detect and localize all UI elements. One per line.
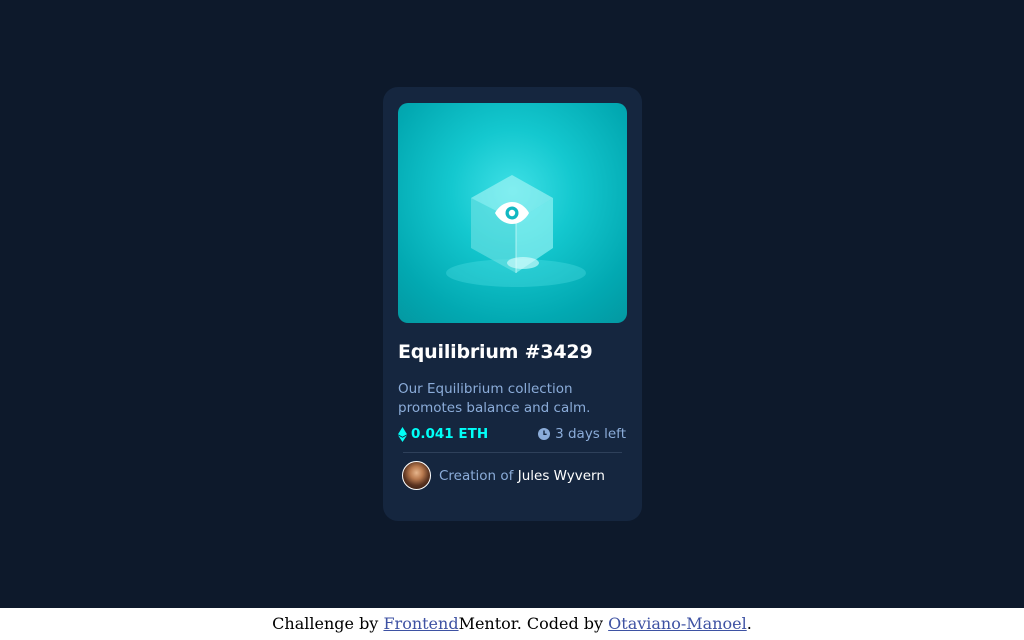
time-left: 3 days left	[538, 426, 626, 442]
price-value: 0.041 ETH	[411, 426, 489, 442]
nft-image[interactable]	[398, 103, 627, 323]
creator-row: Creation of Jules Wyvern	[402, 461, 605, 490]
clock-icon	[538, 428, 551, 440]
divider	[403, 452, 622, 453]
footer-suffix: .	[746, 614, 752, 633]
price: 0.041 ETH	[398, 426, 488, 442]
nft-description: Our Equilibrium collection promotes bala…	[398, 381, 591, 416]
footer-middle: Mentor. Coded by	[458, 614, 609, 633]
creator-prefix: Creation of	[439, 467, 514, 484]
time-left-value: 3 days left	[555, 426, 626, 442]
footer-prefix: Challenge by	[272, 614, 384, 633]
creator-text: Creation of Jules Wyvern	[439, 468, 605, 484]
attribution-footer: Challenge by FrontendMentor. Coded by Ot…	[0, 608, 1024, 640]
nft-title[interactable]: Equilibrium #3429	[398, 341, 593, 363]
creator-name[interactable]: Jules Wyvern	[518, 468, 605, 484]
author-link[interactable]: Otaviano-Manoel	[608, 614, 747, 633]
nft-card: Equilibrium #3429 Our Equilibrium collec…	[383, 87, 642, 521]
frontend-mentor-link[interactable]: Frontend	[383, 614, 458, 633]
avatar	[402, 461, 431, 490]
ethereum-icon	[398, 426, 407, 442]
eye-icon	[495, 202, 529, 224]
